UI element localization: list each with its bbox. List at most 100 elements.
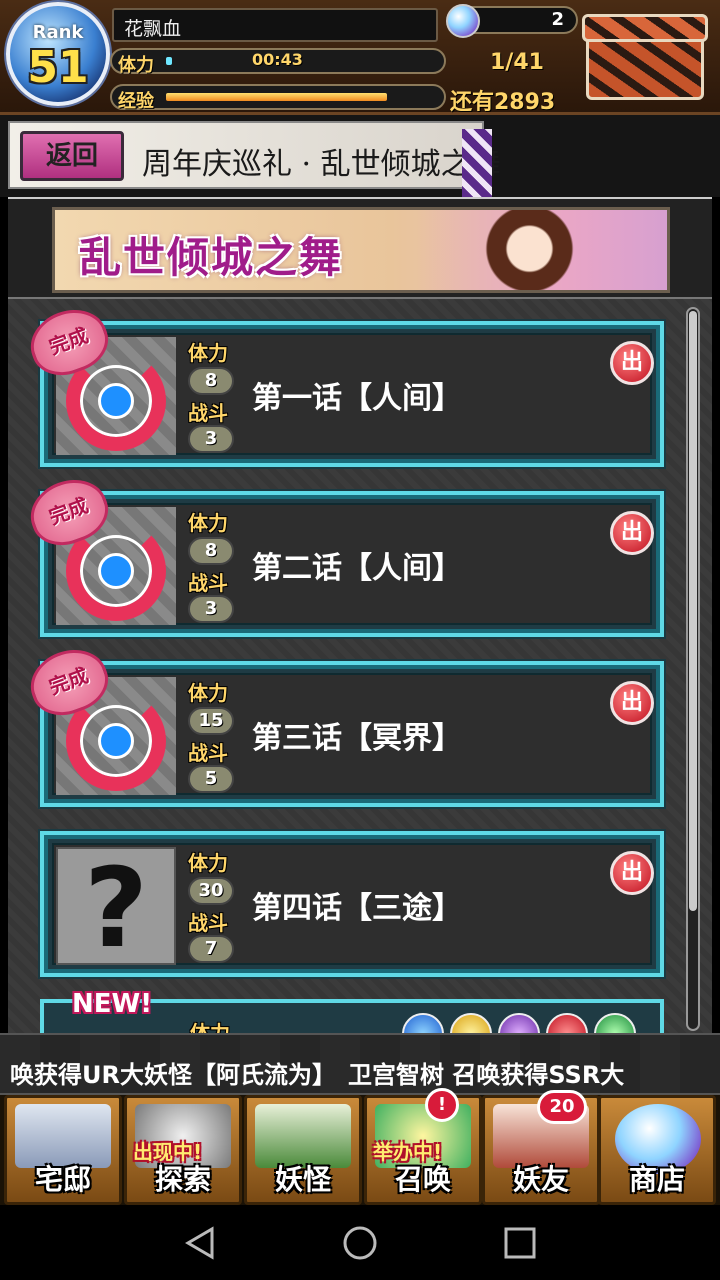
emblem-icon: 出 bbox=[610, 851, 654, 895]
scrollbar-thumb[interactable] bbox=[689, 311, 697, 911]
exp-label: 经验 bbox=[118, 91, 154, 112]
scrollbar[interactable] bbox=[686, 307, 700, 1031]
new-badge: NEW! bbox=[72, 989, 153, 1019]
exp-remaining: 还有2893 bbox=[450, 90, 556, 115]
home-circle-icon[interactable] bbox=[342, 1225, 378, 1261]
stage-name: 第四话【三途】 bbox=[252, 891, 462, 926]
battle-count-value: 3 bbox=[188, 595, 234, 623]
stamina-label: 体力 bbox=[118, 55, 154, 76]
stage-cost: 体力 8 战斗 3 bbox=[184, 337, 240, 455]
nav-shop-label: 商店 bbox=[628, 1163, 685, 1196]
event-banner-area: 乱世倾城之舞 bbox=[8, 197, 712, 297]
battle-count-label: 战斗 bbox=[188, 571, 228, 595]
stage-card-3[interactable]: 体力 15 战斗 5 第三话【冥界】 出 完成 bbox=[21, 639, 664, 807]
stamina-timer: 00:43 bbox=[252, 50, 303, 69]
reward-orbs bbox=[402, 1013, 652, 1033]
stamina-cost-value: 15 bbox=[188, 707, 234, 735]
bottom-nav: 宅邸 出现中! 探索 妖怪 举办中! ! 召唤 20 妖友 商店 bbox=[0, 1088, 720, 1205]
title-banner: 返回 周年庆巡礼 · 乱世倾城之舞 bbox=[8, 121, 501, 197]
treasure-chest-icon[interactable] bbox=[582, 8, 708, 104]
battle-count-label: 战斗 bbox=[188, 911, 228, 935]
unknown-stage-thumbnail: ? bbox=[56, 847, 176, 967]
character-art bbox=[417, 210, 667, 290]
emblem-icon: 出 bbox=[610, 681, 654, 725]
gem-count: 2 bbox=[551, 9, 564, 30]
ring-dot bbox=[98, 553, 134, 589]
stage-name: 第二话【人间】 bbox=[252, 551, 462, 586]
title-accent bbox=[462, 129, 492, 197]
ring-dot bbox=[98, 383, 134, 419]
stage-inner: 体力 8 战斗 3 第一话【人间】 出 bbox=[52, 333, 654, 455]
stamina-cost-label: 体力 bbox=[188, 681, 228, 705]
friends-count-badge: 20 bbox=[537, 1090, 587, 1124]
nav-home-button[interactable]: 宅邸 bbox=[4, 1095, 122, 1205]
nav-yokai-button[interactable]: 妖怪 bbox=[244, 1095, 362, 1205]
exp-bar: 经验 bbox=[110, 84, 446, 112]
stage-card-1[interactable]: 体力 8 战斗 3 第一话【人间】 出 完成 bbox=[21, 299, 664, 467]
stage-name: 第一话【人间】 bbox=[252, 381, 462, 416]
news-ticker: 唤获得UR大妖怪【阿氏流为】 卫宫智树 召唤获得SSR大 bbox=[0, 1033, 720, 1095]
stamina-bar: 体力 00:43 bbox=[110, 48, 446, 76]
stamina-cost-label: 体力 bbox=[188, 341, 228, 365]
recents-square-icon[interactable] bbox=[502, 1225, 538, 1261]
rank-value: 51 bbox=[27, 42, 89, 93]
battle-count-label: 战斗 bbox=[188, 741, 228, 765]
stage-card-new[interactable]: NEW! 体力 bbox=[40, 989, 664, 1033]
nav-friends-button[interactable]: 20 妖友 bbox=[482, 1090, 600, 1205]
battle-count-value: 7 bbox=[188, 935, 234, 963]
stage-cost: 体力 15 战斗 5 bbox=[184, 677, 240, 795]
nav-friends-label: 妖友 bbox=[512, 1163, 569, 1196]
red-orb-icon bbox=[546, 1013, 588, 1033]
emblem-icon: 出 bbox=[610, 511, 654, 555]
event-banner-title: 乱世倾城之舞 bbox=[79, 233, 344, 282]
nav-summon-label: 召唤 bbox=[394, 1163, 451, 1196]
purple-orb-icon bbox=[498, 1013, 540, 1033]
emblem-icon: 出 bbox=[610, 341, 654, 385]
nav-shop-button[interactable]: 商店 bbox=[598, 1095, 716, 1205]
stage-inner: 体力 15 战斗 5 第三话【冥界】 出 bbox=[52, 673, 654, 795]
gem-counter[interactable]: 2 bbox=[446, 4, 578, 38]
title-strip: 返回 周年庆巡礼 · 乱世倾城之舞 bbox=[0, 115, 720, 197]
stamina-cost-label: 体力 bbox=[190, 1021, 230, 1033]
stamina-progress: 1/41 bbox=[490, 50, 544, 75]
stamina-cost-label: 体力 bbox=[188, 851, 228, 875]
battle-count-value: 5 bbox=[188, 765, 234, 793]
event-banner[interactable]: 乱世倾城之舞 bbox=[52, 207, 670, 293]
chest-body bbox=[586, 32, 704, 100]
stamina-cost-label: 体力 bbox=[188, 511, 228, 535]
stage-inner: ? 体力 30 战斗 7 第四话【三途】 出 bbox=[52, 843, 654, 967]
page-title: 周年庆巡礼 · 乱世倾城之舞 bbox=[142, 147, 501, 182]
green-orb-icon bbox=[594, 1013, 636, 1033]
battle-count-value: 3 bbox=[188, 425, 234, 453]
back-triangle-icon[interactable] bbox=[182, 1225, 218, 1261]
stage-cost: 体力 8 战斗 3 bbox=[184, 507, 240, 625]
ring-dot bbox=[98, 723, 134, 759]
stage-name: 第三话【冥界】 bbox=[252, 721, 462, 756]
stage-list[interactable]: 体力 8 战斗 3 第一话【人间】 出 完成 体力 8 战斗 3 第二话【人间】… bbox=[8, 297, 712, 1033]
rank-label: Rank bbox=[32, 22, 84, 43]
rank-badge[interactable]: Rank 51 bbox=[6, 2, 110, 106]
battle-count-label: 战斗 bbox=[188, 401, 228, 425]
gold-orb-icon bbox=[450, 1013, 492, 1033]
chest-lid bbox=[582, 14, 708, 42]
ticker-text: 唤获得UR大妖怪【阿氏流为】 卫宫智树 召唤获得SSR大 bbox=[10, 1061, 625, 1089]
stamina-cost-value: 8 bbox=[188, 367, 234, 395]
nav-explore-label: 探索 bbox=[154, 1163, 211, 1196]
nav-explore-button[interactable]: 出现中! 探索 bbox=[124, 1095, 242, 1205]
stage-card-4[interactable]: ? 体力 30 战斗 7 第四话【三途】 出 bbox=[40, 831, 664, 977]
back-button[interactable]: 返回 bbox=[20, 131, 124, 181]
nav-yokai-label: 妖怪 bbox=[274, 1163, 331, 1196]
stamina-cost-value: 8 bbox=[188, 537, 234, 565]
system-nav-bar bbox=[0, 1205, 720, 1280]
nav-summon-button[interactable]: 举办中! ! 召唤 bbox=[364, 1088, 482, 1205]
stage-card-2[interactable]: 体力 8 战斗 3 第二话【人间】 出 完成 bbox=[21, 469, 664, 637]
stage-cost: 体力 30 战斗 7 bbox=[184, 847, 240, 965]
stage-inner: 体力 8 战斗 3 第二话【人间】 出 bbox=[52, 503, 654, 625]
stamina-fill bbox=[166, 57, 172, 65]
player-name: 花飘血 bbox=[112, 8, 438, 42]
stamina-cost-value: 30 bbox=[188, 877, 234, 905]
nav-home-label: 宅邸 bbox=[34, 1163, 91, 1196]
water-orb-icon bbox=[402, 1013, 444, 1033]
gem-icon bbox=[446, 4, 480, 38]
status-header: Rank 51 花飘血 体力 00:43 经验 2 1/41 还有2893 bbox=[0, 0, 720, 115]
